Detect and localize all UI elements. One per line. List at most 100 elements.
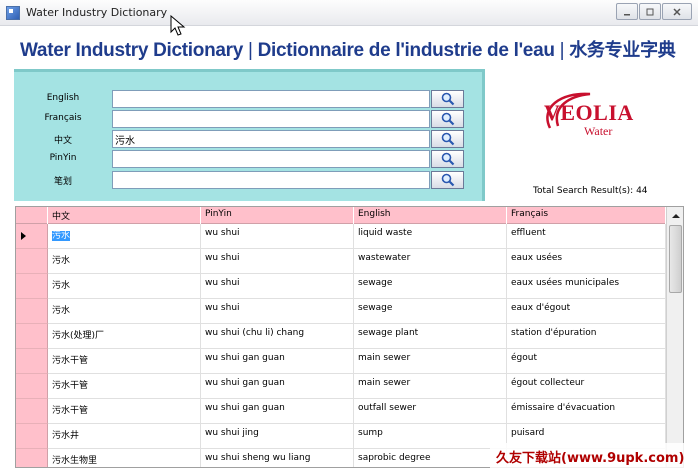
cell-french[interactable]: émissaire d'évacuation: [507, 399, 666, 424]
cell-chinese[interactable]: 污水(处理)厂: [48, 324, 201, 349]
field-label: 笔划: [53, 177, 72, 187]
row-header[interactable]: [16, 249, 48, 274]
cell-pinyin[interactable]: wu shui jing: [201, 424, 354, 449]
table-row[interactable]: 污水 wu shui liquid waste effluent: [16, 224, 666, 249]
cell-pinyin[interactable]: wu shui: [201, 224, 354, 249]
cell-pinyin[interactable]: wu shui sheng wu liang: [201, 449, 354, 467]
banner-chinese: 水务专业字典: [569, 40, 676, 61]
cell-english[interactable]: sewage: [354, 274, 507, 299]
row-header[interactable]: [16, 324, 48, 349]
row-header[interactable]: [16, 224, 48, 249]
table-row[interactable]: 污水干管 wu shui gan guan main sewer égout c…: [16, 374, 666, 399]
maximize-button[interactable]: [639, 3, 661, 20]
row-header[interactable]: [16, 449, 48, 467]
table-row[interactable]: 污水 wu shui sewage eaux usées municipales: [16, 274, 666, 299]
magnifier-icon: [441, 132, 454, 146]
cell-chinese[interactable]: 污水: [48, 249, 201, 274]
column-header-chinese[interactable]: 中文: [48, 207, 201, 224]
field-label: English: [46, 93, 80, 103]
column-header-pinyin[interactable]: PinYin: [201, 207, 354, 224]
cell-french[interactable]: égout: [507, 349, 666, 374]
strokes-search-button[interactable]: [431, 171, 464, 189]
cell-french[interactable]: eaux usées municipales: [507, 274, 666, 299]
cell-pinyin[interactable]: wu shui gan guan: [201, 349, 354, 374]
total-results: Total Search Result(s): 44: [533, 186, 648, 196]
site-watermark: 久友下载站(www.9upk.com): [490, 443, 698, 468]
search-row-chinese: 中文: [14, 130, 474, 148]
banner: Water Industry Dictionary | Dictionnaire…: [20, 36, 676, 62]
cell-french[interactable]: station d'épuration: [507, 324, 666, 349]
chinese-search-button[interactable]: [431, 130, 464, 148]
table-row[interactable]: 污水 wu shui wastewater eaux usées: [16, 249, 666, 274]
english-search-button[interactable]: [431, 90, 464, 108]
magnifier-icon: [441, 112, 454, 126]
search-row-pinyin: PinYin: [14, 150, 474, 168]
logo-name: VEOLIA: [544, 100, 634, 125]
cell-french[interactable]: eaux d'égout: [507, 299, 666, 324]
french-search-input[interactable]: [112, 110, 430, 128]
table-row[interactable]: 污水(处理)厂 wu shui (chu li) chang sewage pl…: [16, 324, 666, 349]
results-grid[interactable]: 中文 PinYin English Français 污水 wu shui li…: [15, 206, 684, 468]
minimize-button[interactable]: [616, 3, 638, 20]
cell-french[interactable]: eaux usées: [507, 249, 666, 274]
cell-english[interactable]: sewage plant: [354, 324, 507, 349]
window-title: Water Industry Dictionary: [26, 6, 168, 19]
field-label: Français: [44, 113, 82, 123]
pinyin-search-input[interactable]: [112, 150, 430, 168]
close-button[interactable]: [662, 3, 692, 20]
cell-pinyin[interactable]: wu shui: [201, 249, 354, 274]
banner-french: Dictionnaire de l'industrie de l'eau: [257, 40, 555, 61]
scrollbar-thumb[interactable]: [669, 225, 682, 293]
cell-chinese[interactable]: 污水干管: [48, 374, 201, 399]
cell-chinese[interactable]: 污水生物里: [48, 449, 201, 467]
cell-french[interactable]: égout collecteur: [507, 374, 666, 399]
table-row[interactable]: 污水干管 wu shui gan guan main sewer égout: [16, 349, 666, 374]
cell-chinese[interactable]: 污水: [48, 224, 201, 249]
row-header[interactable]: [16, 374, 48, 399]
row-header[interactable]: [16, 349, 48, 374]
cell-chinese[interactable]: 污水井: [48, 424, 201, 449]
cell-english[interactable]: main sewer: [354, 349, 507, 374]
row-header[interactable]: [16, 424, 48, 449]
strokes-search-input[interactable]: [112, 171, 430, 189]
pinyin-search-button[interactable]: [431, 150, 464, 168]
app-icon: [6, 6, 20, 20]
cell-english[interactable]: sump: [354, 424, 507, 449]
french-search-button[interactable]: [431, 110, 464, 128]
table-row[interactable]: 污水干管 wu shui gan guan outfall sewer émis…: [16, 399, 666, 424]
cell-english[interactable]: outfall sewer: [354, 399, 507, 424]
cell-chinese[interactable]: 污水: [48, 299, 201, 324]
cell-chinese[interactable]: 污水干管: [48, 349, 201, 374]
cell-english[interactable]: saprobic degree: [354, 449, 507, 467]
logo-sub: Water: [584, 124, 613, 138]
grid-header: 中文 PinYin English Français: [16, 207, 666, 224]
cell-pinyin[interactable]: wu shui (chu li) chang: [201, 324, 354, 349]
chinese-search-input[interactable]: [112, 130, 430, 148]
search-panel: English Français 中文 PinYin 笔划: [14, 69, 485, 201]
row-header[interactable]: [16, 399, 48, 424]
cell-english[interactable]: main sewer: [354, 374, 507, 399]
column-header-french[interactable]: Français: [507, 207, 666, 224]
selected-cell-text: 污水: [52, 231, 71, 241]
vertical-scrollbar[interactable]: [666, 207, 683, 467]
banner-separator: |: [559, 40, 565, 61]
english-search-input[interactable]: [112, 90, 430, 108]
column-header-english[interactable]: English: [354, 207, 507, 224]
close-icon: [673, 7, 681, 16]
cell-pinyin[interactable]: wu shui: [201, 299, 354, 324]
magnifier-icon: [441, 152, 454, 166]
cell-english[interactable]: liquid waste: [354, 224, 507, 249]
search-row-strokes: 笔划: [14, 171, 474, 189]
row-header[interactable]: [16, 274, 48, 299]
cell-french[interactable]: effluent: [507, 224, 666, 249]
cell-pinyin[interactable]: wu shui: [201, 274, 354, 299]
cell-chinese[interactable]: 污水: [48, 274, 201, 299]
cell-english[interactable]: sewage: [354, 299, 507, 324]
cell-pinyin[interactable]: wu shui gan guan: [201, 374, 354, 399]
cell-chinese[interactable]: 污水干管: [48, 399, 201, 424]
table-row[interactable]: 污水 wu shui sewage eaux d'égout: [16, 299, 666, 324]
cell-pinyin[interactable]: wu shui gan guan: [201, 399, 354, 424]
row-header[interactable]: [16, 299, 48, 324]
scroll-up-button[interactable]: [667, 207, 683, 224]
cell-english[interactable]: wastewater: [354, 249, 507, 274]
